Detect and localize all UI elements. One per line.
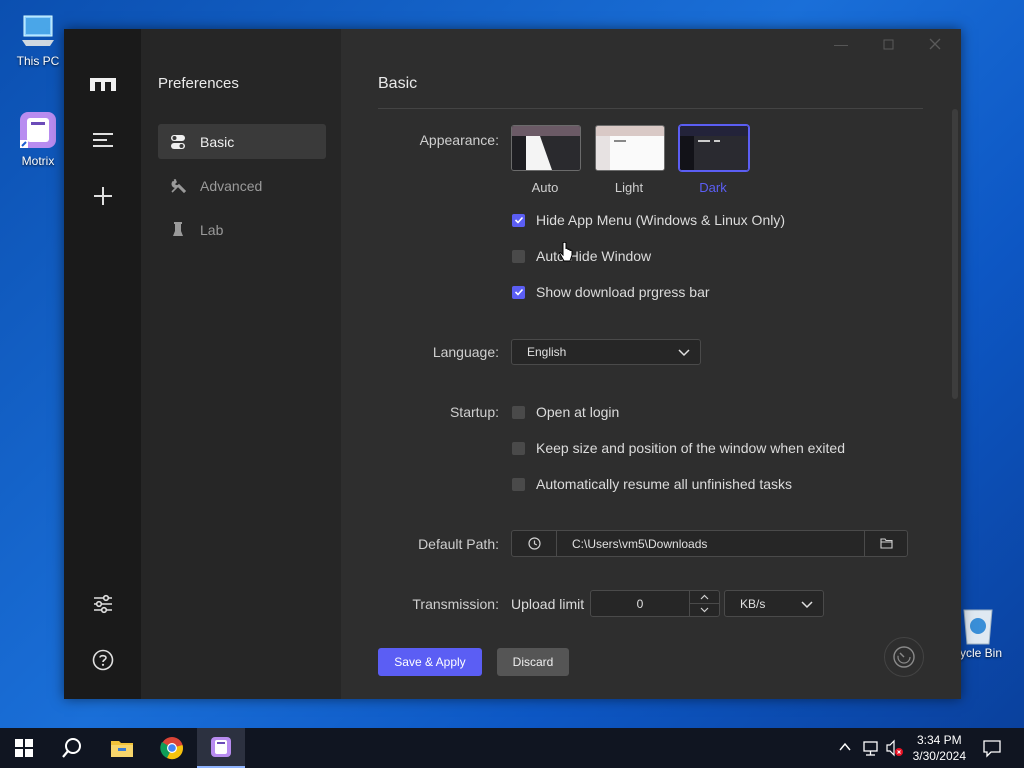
default-path-label: Default Path: [418, 536, 499, 552]
nav-item-label: Lab [200, 221, 224, 238]
history-clock-icon[interactable] [512, 531, 556, 556]
nav-item-basic[interactable]: Basic [158, 124, 326, 159]
upload-limit-label: Upload limit [511, 596, 585, 612]
menu-icon[interactable] [88, 125, 118, 155]
preferences-content: — Basic Appearance: Auto Light Dark Hide… [341, 29, 961, 699]
checkbox-label: Automatically resume all unfinished task… [536, 476, 793, 492]
motrix-taskbar-icon[interactable] [197, 728, 245, 768]
clock-date: 3/30/2024 [912, 749, 966, 763]
help-icon[interactable] [88, 645, 118, 675]
startup-label: Startup: [449, 404, 499, 420]
desktop-icon-motrix[interactable]: Motrix [8, 110, 68, 168]
motrix-window: Preferences Basic Advanced Lab — Basic A… [64, 29, 961, 699]
taskbar-clock[interactable]: 3:34 PM 3/30/2024 [913, 732, 966, 764]
mouse-cursor-icon [559, 241, 573, 269]
checkbox-checked-icon[interactable] [512, 213, 525, 227]
checkbox-unchecked-icon[interactable] [512, 405, 525, 419]
chevron-down-icon[interactable] [690, 604, 719, 616]
settings-sliders-icon[interactable] [88, 589, 118, 619]
default-path-field[interactable]: C:\Users\vm5\Downloads [511, 530, 908, 557]
network-icon[interactable] [862, 739, 880, 762]
keep-window-size-checkbox[interactable]: Keep size and position of the window whe… [512, 440, 845, 456]
checkbox-label: Keep size and position of the window whe… [536, 440, 845, 456]
chevron-up-icon[interactable] [690, 591, 719, 604]
folder-icon[interactable] [865, 531, 907, 556]
desktop-icon-label: cycle Bin [954, 646, 1003, 660]
upload-unit-select[interactable]: KB/s [724, 590, 824, 617]
nav-item-label: Advanced [200, 177, 263, 194]
hide-app-menu-checkbox[interactable]: Hide App Menu (Windows & Linux Only) [512, 212, 785, 228]
language-value: English [527, 345, 567, 359]
search-icon[interactable] [48, 728, 96, 768]
upload-limit-input[interactable]: 0 [590, 590, 720, 617]
file-explorer-icon[interactable] [98, 728, 146, 768]
chevron-down-icon [678, 346, 690, 361]
preferences-nav: Preferences Basic Advanced Lab [141, 29, 341, 699]
theme-dark-label[interactable]: Dark [679, 180, 747, 195]
theme-dark-thumb[interactable] [679, 125, 749, 171]
theme-light-label[interactable]: Light [595, 180, 663, 195]
theme-auto-thumb[interactable] [511, 125, 581, 171]
app-rail [64, 29, 141, 699]
preferences-title: Preferences [158, 75, 239, 92]
taskbar: 3:34 PM 3/30/2024 [0, 728, 1024, 768]
language-label: Language: [432, 344, 499, 360]
discard-button[interactable]: Discard [497, 648, 569, 676]
show-progress-bar-checkbox[interactable]: Show download prgress bar [512, 284, 710, 300]
nav-item-advanced[interactable]: Advanced [158, 168, 326, 203]
section-title: Basic [378, 75, 418, 92]
auto-hide-window-checkbox[interactable]: Auto Hide Window [512, 248, 651, 264]
appearance-label: Appearance: [419, 132, 499, 148]
default-path-value[interactable]: C:\Users\vm5\Downloads [556, 531, 865, 556]
language-select[interactable]: English [511, 339, 701, 365]
checkbox-checked-icon[interactable] [512, 285, 525, 299]
checkbox-label: Hide App Menu (Windows & Linux Only) [536, 212, 785, 228]
toggle-icon [168, 134, 188, 150]
checkbox-unchecked-icon[interactable] [512, 249, 525, 263]
desktop-icon-this-pc[interactable]: This PC [8, 10, 68, 68]
upload-limit-stepper[interactable] [689, 591, 719, 616]
checkbox-unchecked-icon[interactable] [512, 441, 525, 455]
recycle-bin-icon [958, 602, 998, 645]
flask-icon [168, 221, 188, 238]
chevron-up-icon[interactable] [838, 740, 852, 759]
nav-item-label: Basic [200, 133, 235, 150]
close-icon[interactable] [925, 34, 945, 54]
computer-icon [18, 10, 58, 50]
checkbox-label: Auto Hide Window [536, 248, 652, 264]
checkbox-label: Show download prgress bar [536, 284, 710, 300]
desktop-icon-recycle-bin[interactable]: cycle Bin [954, 602, 1024, 660]
chrome-icon[interactable] [148, 728, 196, 768]
checkbox-label: Open at login [536, 404, 620, 420]
chevron-down-icon [801, 598, 813, 613]
section-divider [378, 108, 923, 109]
desktop-icon-label: Motrix [21, 154, 55, 168]
desktop-icon-label: This PC [16, 54, 60, 68]
volume-muted-icon[interactable] [885, 739, 905, 762]
minimize-icon[interactable]: — [831, 34, 851, 54]
upload-unit-value: KB/s [740, 596, 766, 611]
checkbox-unchecked-icon[interactable] [512, 477, 525, 491]
notification-icon[interactable] [982, 738, 1002, 763]
save-apply-button[interactable]: Save & Apply [378, 648, 482, 676]
plus-icon[interactable] [88, 181, 118, 211]
scrollbar[interactable] [952, 109, 958, 399]
motrix-app-icon [18, 110, 58, 150]
nav-item-lab[interactable]: Lab [158, 212, 326, 247]
upload-limit-value[interactable]: 0 [591, 591, 689, 616]
clock-time: 3:34 PM [916, 733, 962, 747]
speedometer-icon[interactable] [884, 637, 924, 677]
maximize-icon[interactable] [878, 34, 898, 54]
windows-start-icon[interactable] [0, 728, 48, 768]
resume-tasks-checkbox[interactable]: Automatically resume all unfinished task… [512, 476, 792, 492]
theme-auto-label[interactable]: Auto [511, 180, 579, 195]
transmission-label: Transmission: [412, 596, 499, 612]
wrench-icon [168, 177, 188, 194]
theme-light-thumb[interactable] [595, 125, 665, 171]
open-at-login-checkbox[interactable]: Open at login [512, 404, 619, 420]
motrix-logo-icon[interactable] [88, 69, 118, 99]
